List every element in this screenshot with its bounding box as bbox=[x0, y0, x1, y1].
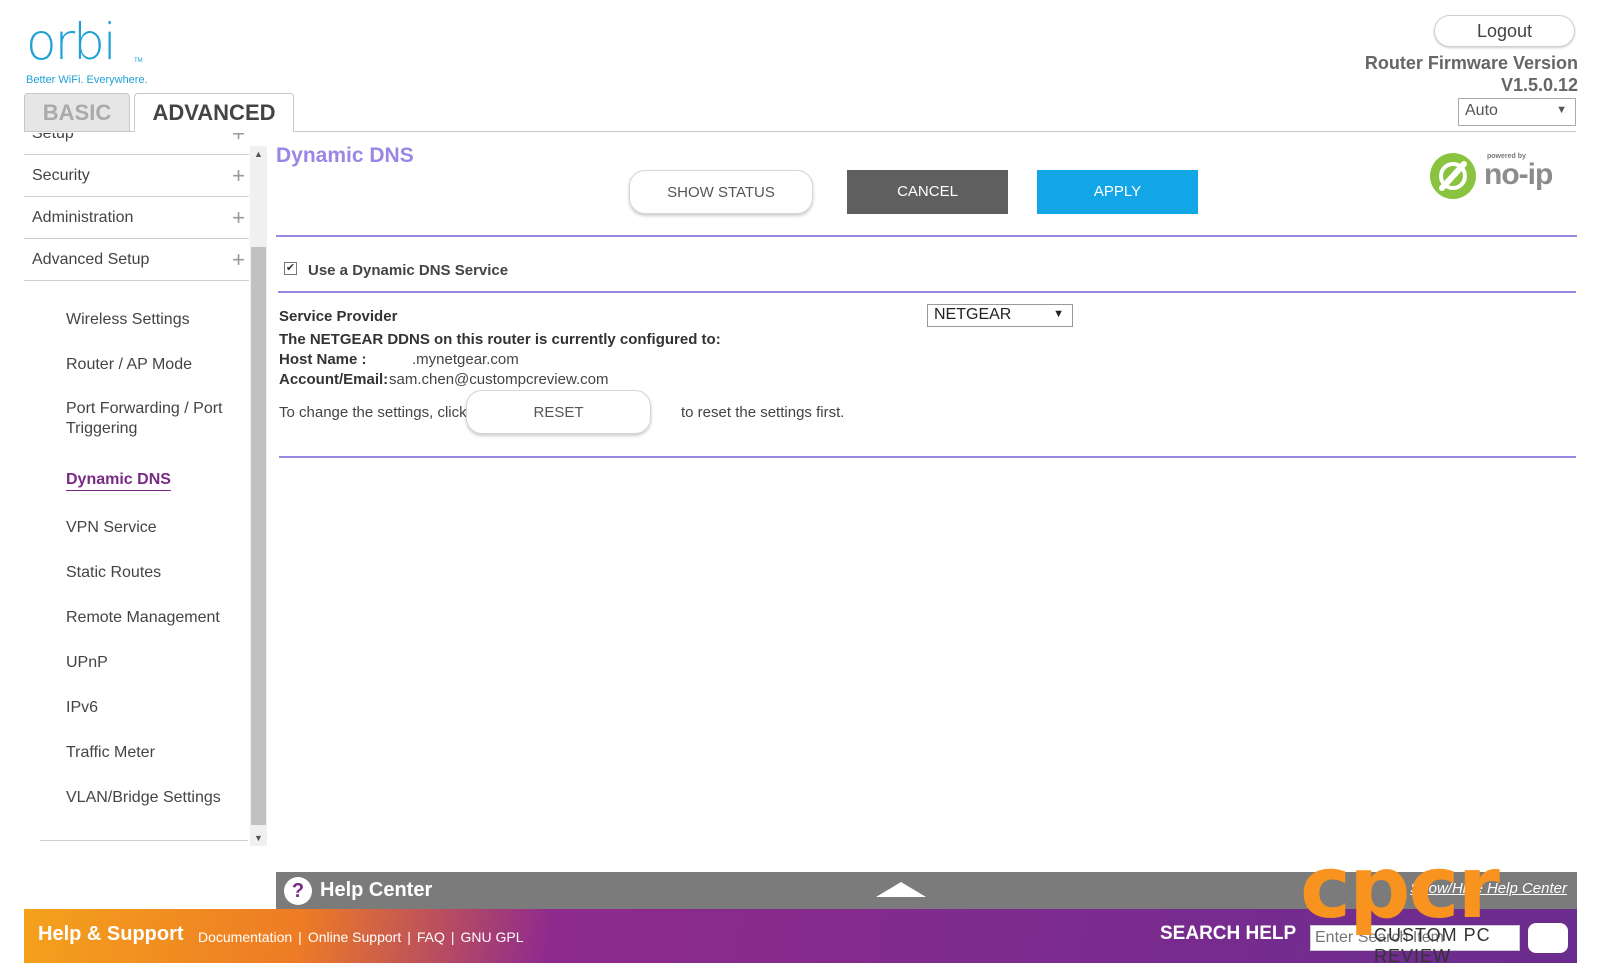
noip-logo: powered by no-ip bbox=[1430, 150, 1554, 200]
use-ddns-label: Use a Dynamic DNS Service bbox=[308, 262, 509, 279]
sidebar-item-administration[interactable]: Administration + bbox=[24, 197, 249, 239]
help-center-bar: ? Help Center Show/Hide Help Center bbox=[276, 872, 1577, 909]
noip-logo-icon bbox=[1430, 153, 1476, 199]
footer-links: Documentation | Online Support | FAQ | GNU GPL bbox=[198, 929, 524, 945]
link-separator: | bbox=[450, 929, 455, 945]
orbi-logo: orbi TM Better WiFi. Everywhere. bbox=[26, 14, 148, 86]
online-support-link[interactable]: Online Support bbox=[308, 929, 401, 945]
help-center-title: Help Center bbox=[320, 879, 433, 901]
sidebar-subitem-port-forwarding[interactable]: Port Forwarding / Port Triggering bbox=[66, 399, 241, 439]
sidebar-item-label: Setup bbox=[32, 133, 74, 142]
section-divider bbox=[276, 235, 1577, 237]
logo-wordmark: orbi bbox=[26, 13, 117, 71]
show-status-button[interactable]: SHOW STATUS bbox=[629, 170, 813, 214]
expand-up-arrow-icon[interactable] bbox=[876, 882, 926, 897]
ddns-config-heading: The NETGEAR DDNS on this router is curre… bbox=[279, 331, 721, 348]
page-title: Dynamic DNS bbox=[276, 144, 414, 167]
search-help-label: SEARCH HELP bbox=[1160, 923, 1297, 944]
service-provider-value: NETGEAR bbox=[934, 306, 1012, 323]
logout-button[interactable]: Logout bbox=[1434, 15, 1575, 47]
sidebar-subitem-dynamic-dns[interactable]: Dynamic DNS bbox=[66, 470, 171, 491]
language-select[interactable]: Auto ▼ bbox=[1458, 98, 1576, 126]
section-divider bbox=[279, 456, 1576, 458]
service-provider-label: Service Provider bbox=[279, 308, 398, 325]
account-email-label: Account/Email: bbox=[279, 371, 389, 388]
scroll-up-arrow-icon[interactable]: ▲ bbox=[250, 146, 267, 162]
reset-button[interactable]: RESET bbox=[466, 390, 651, 434]
host-name-label: Host Name : bbox=[279, 351, 367, 368]
expand-plus-icon: + bbox=[232, 205, 245, 230]
expand-plus-icon: + bbox=[232, 163, 245, 188]
search-help-input[interactable] bbox=[1310, 925, 1520, 951]
sidebar-subitem-remote-management[interactable]: Remote Management bbox=[66, 608, 220, 628]
change-settings-prefix: To change the settings, click bbox=[279, 404, 467, 421]
logo-tagline: Better WiFi. Everywhere. bbox=[26, 74, 148, 86]
documentation-link[interactable]: Documentation bbox=[198, 929, 292, 945]
expand-plus-icon: + bbox=[232, 247, 245, 272]
sidebar-item-security[interactable]: Security + bbox=[24, 155, 249, 197]
gnu-gpl-link[interactable]: GNU GPL bbox=[461, 929, 524, 945]
sidebar-subitem-ipv6[interactable]: IPv6 bbox=[66, 698, 98, 718]
host-name-value: .mynetgear.com bbox=[412, 351, 519, 368]
cancel-button[interactable]: CANCEL bbox=[847, 170, 1008, 214]
use-ddns-checkbox[interactable]: ✔ bbox=[284, 262, 297, 275]
change-settings-suffix: to reset the settings first. bbox=[681, 404, 845, 421]
sidebar-subitem-static-routes[interactable]: Static Routes bbox=[66, 563, 161, 583]
tab-basic[interactable]: BASIC bbox=[24, 93, 130, 131]
firmware-label: Router Firmware Version bbox=[1364, 53, 1578, 73]
logo-trademark: TM bbox=[134, 58, 143, 64]
expand-plus-icon: + bbox=[232, 133, 245, 146]
sidebar-item-advanced-setup[interactable]: Advanced Setup + bbox=[24, 239, 249, 281]
account-email-value: sam.chen@custompcreview.com bbox=[389, 371, 609, 388]
service-provider-select[interactable]: NETGEAR ▼ bbox=[927, 304, 1073, 327]
sidebar-item-label: Administration bbox=[32, 209, 134, 226]
footer-title: Help & Support bbox=[38, 923, 184, 945]
chevron-down-icon: ▼ bbox=[1556, 104, 1567, 116]
sidebar-item-setup[interactable]: Setup + bbox=[24, 133, 249, 155]
firmware-info: Router Firmware Version V1.5.0.12 bbox=[1365, 52, 1578, 96]
search-button[interactable] bbox=[1528, 923, 1568, 953]
sidebar-subitem-vpn-service[interactable]: VPN Service bbox=[66, 518, 157, 538]
sidebar-subitem-traffic-meter[interactable]: Traffic Meter bbox=[66, 743, 155, 763]
noip-wordmark: no-ip bbox=[1484, 158, 1553, 191]
link-separator: | bbox=[298, 929, 302, 945]
sidebar-subitem-vlan-bridge[interactable]: VLAN/Bridge Settings bbox=[66, 788, 221, 808]
section-divider bbox=[278, 291, 1576, 293]
sidebar-item-label: Security bbox=[32, 167, 90, 184]
sidebar-menu: Setup + Security + Administration + Adva… bbox=[24, 133, 249, 843]
firmware-version: V1.5.0.12 bbox=[1500, 75, 1578, 95]
link-separator: | bbox=[407, 929, 411, 945]
sidebar-divider bbox=[40, 840, 248, 841]
faq-link[interactable]: FAQ bbox=[417, 929, 445, 945]
sidebar-scrollbar-thumb[interactable] bbox=[251, 247, 266, 825]
sidebar-subitem-router-ap-mode[interactable]: Router / AP Mode bbox=[66, 355, 192, 375]
sidebar-item-label: Advanced Setup bbox=[32, 251, 150, 268]
show-hide-help-link[interactable]: Show/Hide Help Center bbox=[1410, 880, 1567, 897]
help-question-icon: ? bbox=[284, 877, 312, 905]
tab-advanced[interactable]: ADVANCED bbox=[134, 93, 294, 132]
sidebar-subitem-upnp[interactable]: UPnP bbox=[66, 653, 108, 673]
sidebar-subitem-wireless-settings[interactable]: Wireless Settings bbox=[66, 310, 190, 330]
chevron-down-icon: ▼ bbox=[1053, 308, 1064, 320]
apply-button[interactable]: APPLY bbox=[1037, 170, 1198, 214]
help-support-footer: Help & Support Documentation | Online Supp… bbox=[24, 909, 1577, 963]
scroll-down-arrow-icon[interactable]: ▼ bbox=[250, 830, 267, 846]
language-value: Auto bbox=[1465, 102, 1498, 119]
